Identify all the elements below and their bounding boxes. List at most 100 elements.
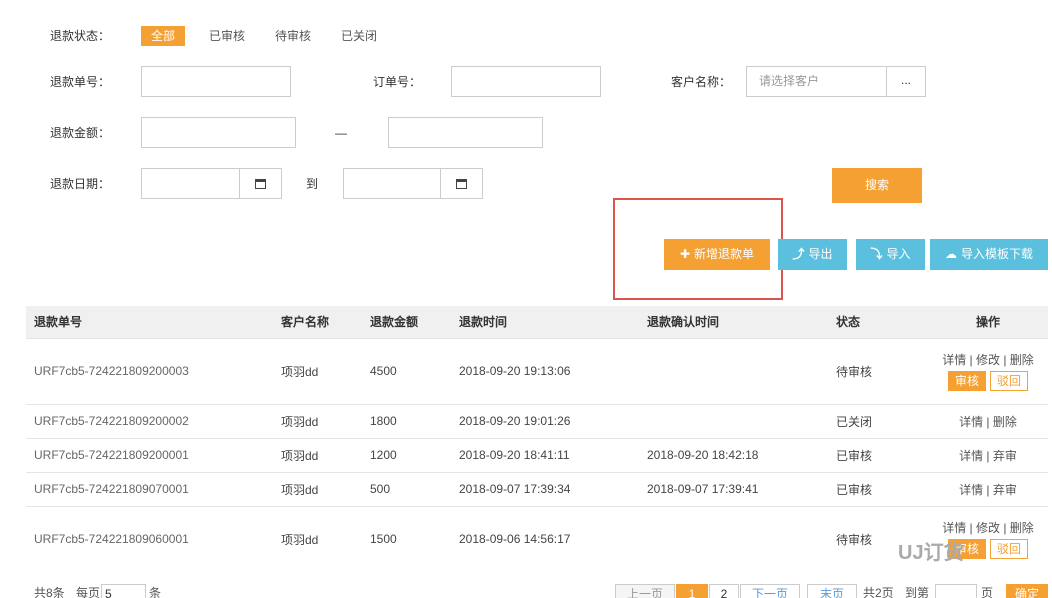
pager-goto-input[interactable] [935, 584, 977, 598]
customer-cell: 项羽dd [273, 471, 362, 506]
confirm-time-cell [639, 403, 828, 438]
amount-max-input[interactable] [388, 117, 543, 148]
refund-no-cell: URF7cb5-724221809200001 [26, 437, 273, 472]
confirm-time-cell: 2018-09-07 17:39:41 [639, 471, 828, 506]
amount-cell: 500 [362, 471, 451, 506]
tab-closed[interactable]: 已关闭 [331, 26, 387, 46]
table-row: URF7cb5-724221809070001 项羽dd 500 2018-09… [26, 471, 1048, 506]
pager-next[interactable]: 下一页 [740, 584, 800, 598]
order-no-input[interactable] [451, 66, 601, 97]
customer-cell: 项羽dd [273, 403, 362, 438]
customer-picker-button[interactable]: ... [886, 66, 926, 97]
refund-table: 退款单号 客户名称 退款金额 退款时间 退款确认时间 状态 操作 URF7cb5… [26, 306, 1048, 572]
col-confirm-time: 退款确认时间 [639, 306, 828, 338]
customer-cell: 项羽dd [273, 437, 362, 472]
amount-min-input[interactable] [141, 117, 296, 148]
date-label: 退款日期： [50, 177, 111, 191]
col-status: 状态 [828, 306, 928, 338]
pager-confirm-button[interactable]: 确定 [1006, 584, 1048, 598]
table-header: 退款单号 客户名称 退款金额 退款时间 退款确认时间 状态 操作 [26, 306, 1048, 338]
watermark-logo: UJ订货 [898, 542, 964, 564]
pager-total: 共8条 [34, 586, 65, 598]
refund-time-cell: 2018-09-20 19:01:26 [451, 403, 639, 438]
row-action-links[interactable]: 详情 | 修改 | 删除 [928, 519, 1048, 536]
col-customer: 客户名称 [273, 306, 362, 338]
amount-cell: 1800 [362, 403, 451, 438]
status-cell: 待审核 [828, 337, 928, 404]
amount-cell: 1500 [362, 505, 451, 572]
calendar-button[interactable] [440, 169, 482, 198]
customer-label: 客户名称： [671, 75, 732, 89]
amount-cell: 1200 [362, 437, 451, 472]
pager-page-1[interactable]: 1 [676, 584, 708, 598]
refund-no-label: 退款单号： [50, 75, 111, 89]
status-label: 退款状态： [50, 29, 111, 43]
row-action-links[interactable]: 详情 | 弃审 [928, 471, 1048, 506]
status-cell: 已关闭 [828, 403, 928, 438]
pager-pages: 共2页 [863, 586, 894, 598]
table-row: URF7cb5-724221809200001 项羽dd 1200 2018-0… [26, 437, 1048, 472]
actions-cell: 详情 | 修改 | 删除 审核 驳回 [928, 337, 1048, 404]
calendar-button[interactable] [239, 169, 281, 198]
import-icon: ⤵ [870, 247, 883, 261]
status-cell: 已审核 [828, 471, 928, 506]
tab-approved[interactable]: 已审核 [199, 26, 255, 46]
customer-cell: 项羽dd [273, 337, 362, 404]
customer-select[interactable]: 请选择客户 [746, 66, 887, 97]
refund-time-cell: 2018-09-20 19:13:06 [451, 337, 639, 404]
refund-no-cell: URF7cb5-724221809200002 [26, 403, 273, 438]
refund-time-cell: 2018-09-20 18:41:11 [451, 437, 639, 472]
row-action-links[interactable]: 详情 | 修改 | 删除 [928, 351, 1048, 368]
cloud-download-icon: ☁ [944, 247, 957, 261]
pager-last[interactable]: 末页 [807, 584, 857, 598]
tab-pending[interactable]: 待审核 [265, 26, 321, 46]
date-to-label: 到 [306, 177, 319, 191]
customer-cell: 项羽dd [273, 505, 362, 572]
date-start-input[interactable] [141, 168, 282, 199]
refund-time-cell: 2018-09-07 17:39:34 [451, 471, 639, 506]
search-button[interactable]: 搜索 [832, 168, 922, 203]
amount-label: 退款金额： [50, 126, 111, 140]
per-page-select[interactable]: 5 [101, 584, 146, 598]
refund-no-cell: URF7cb5-724221809060001 [26, 505, 273, 572]
approve-button[interactable]: 审核 [947, 371, 986, 391]
pager-per-page-label: 每页 [76, 586, 101, 598]
export-button[interactable]: ⤴ 导出 [778, 239, 847, 270]
amount-cell: 4500 [362, 337, 451, 404]
pager-goto: 到第 [905, 586, 930, 598]
add-refund-button[interactable]: ✚ 新增退款单 [664, 239, 770, 270]
table-row: URF7cb5-724221809060001 项羽dd 1500 2018-0… [26, 505, 1048, 572]
reject-button[interactable]: 驳回 [990, 371, 1029, 391]
refund-no-input[interactable] [141, 66, 291, 97]
amount-range-separator: — [335, 126, 347, 140]
col-amount: 退款金额 [362, 306, 451, 338]
col-refund-time: 退款时间 [451, 306, 639, 338]
col-actions: 操作 [928, 306, 1048, 338]
plus-icon: ✚ [679, 247, 691, 261]
export-icon: ⤴ [792, 247, 805, 261]
order-no-label: 订单号： [373, 75, 422, 89]
pager-per-page-unit: 条 [149, 586, 162, 598]
import-button[interactable]: ⤵ 导入 [856, 239, 925, 270]
reject-button[interactable]: 驳回 [990, 539, 1029, 560]
table-row: URF7cb5-724221809200003 项羽dd 4500 2018-0… [26, 337, 1048, 404]
refund-no-cell: URF7cb5-724221809070001 [26, 471, 273, 506]
confirm-time-cell: 2018-09-20 18:42:18 [639, 437, 828, 472]
calendar-icon [255, 178, 266, 189]
tab-all[interactable]: 全部 [141, 26, 186, 46]
table-row: URF7cb5-724221809200002 项羽dd 1800 2018-0… [26, 403, 1048, 438]
calendar-icon [456, 178, 467, 189]
refund-time-cell: 2018-09-06 14:56:17 [451, 505, 639, 572]
template-download-button[interactable]: ☁ 导入模板下载 [930, 239, 1048, 270]
confirm-time-cell [639, 505, 828, 572]
pager-page-2[interactable]: 2 [709, 584, 739, 598]
confirm-time-cell [639, 337, 828, 404]
pager-page-unit: 页 [981, 586, 994, 598]
row-action-links[interactable]: 详情 | 弃审 [928, 437, 1048, 472]
row-action-links[interactable]: 详情 | 删除 [928, 403, 1048, 438]
date-end-input[interactable] [343, 168, 483, 199]
pager-prev[interactable]: 上一页 [615, 584, 675, 598]
status-cell: 已审核 [828, 437, 928, 472]
col-refund-no: 退款单号 [26, 306, 273, 338]
refund-no-cell: URF7cb5-724221809200003 [26, 337, 273, 404]
